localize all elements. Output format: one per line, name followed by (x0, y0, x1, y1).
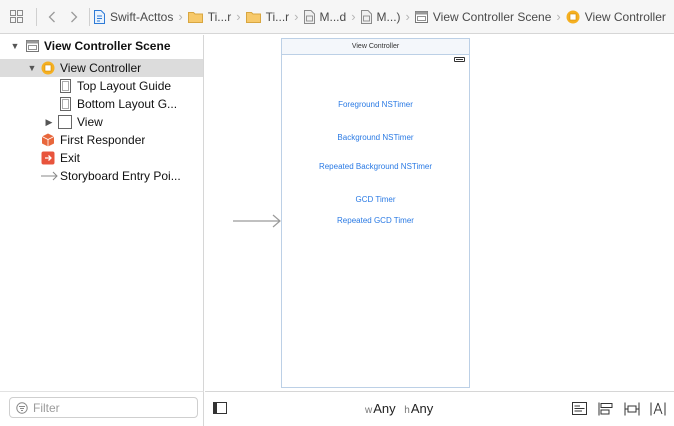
disclosure-closed-icon[interactable]: ▶ (44, 117, 54, 128)
entry-point-arrow[interactable] (233, 214, 283, 228)
view-icon (58, 115, 72, 129)
arrow-right-icon (41, 169, 59, 183)
filter-field (9, 397, 198, 418)
outline-row-view-controller[interactable]: ▼ View Controller (0, 59, 203, 77)
chevron-right-icon: › (556, 9, 561, 24)
separator (36, 7, 37, 26)
outline-row-top-layout-guide[interactable]: Top Layout Guide (0, 77, 203, 95)
background-nstimer-button[interactable]: Background NSTimer (282, 133, 469, 142)
breadcrumb: Swift-Acttos › Ti...r › Ti...r › M...d › (94, 0, 666, 34)
sidebar-toggle-icon (213, 402, 227, 414)
grid-icon (9, 10, 23, 23)
chevron-right-icon: › (236, 9, 241, 24)
related-items-button[interactable] (0, 0, 32, 34)
forward-button[interactable] (63, 0, 85, 34)
chevron-right-icon: › (178, 9, 183, 24)
filter-icon (16, 401, 28, 414)
crumb-scene[interactable]: View Controller Scene (414, 0, 551, 34)
scene-title[interactable]: View Controller (282, 39, 469, 55)
storyboard-file-icon (303, 9, 315, 24)
disclosure-open-icon[interactable]: ▼ (27, 63, 37, 73)
crumb-folder-1[interactable]: Ti...r (187, 0, 231, 34)
gcd-timer-button[interactable]: GCD Timer (282, 195, 469, 204)
pin-button[interactable] (649, 400, 666, 417)
back-button[interactable] (41, 0, 63, 34)
outline-row-entry-point[interactable]: Storyboard Entry Poi... (0, 167, 203, 185)
repeated-gcd-timer-button[interactable]: Repeated GCD Timer (282, 216, 469, 225)
view-controller-icon (41, 61, 55, 75)
outline-row-bottom-layout-guide[interactable]: Bottom Layout G... (0, 95, 203, 113)
separator (89, 7, 90, 26)
outline-filter-bar (0, 391, 204, 426)
crumb-storyboard-1[interactable]: M...d (303, 0, 346, 34)
crumb-storyboard-2[interactable]: M...) (360, 0, 401, 34)
update-frames-icon (572, 402, 587, 415)
repeated-background-nstimer-button[interactable]: Repeated Background NSTimer (282, 162, 469, 171)
view-controller-icon (566, 10, 580, 24)
crumb-project[interactable]: Swift-Acttos (94, 0, 173, 34)
chevron-right-icon: › (405, 9, 410, 24)
canvas-bottom-bar: wAny hAny (205, 391, 674, 426)
jump-bar: Swift-Acttos › Ti...r › Ti...r › M...d › (0, 0, 674, 34)
project-file-icon (94, 9, 105, 24)
chevron-right-icon (71, 11, 78, 22)
size-class-selector[interactable]: wAny hAny (365, 401, 433, 416)
outline-row-view[interactable]: ▶ View (0, 113, 203, 131)
view-controller-scene[interactable]: View Controller Foreground NSTimer Backg… (281, 38, 470, 388)
outline-row-first-responder[interactable]: First Responder (0, 131, 203, 149)
folder-icon (245, 11, 261, 23)
foreground-nstimer-button[interactable]: Foreground NSTimer (282, 100, 469, 109)
crumb-view-controller[interactable]: View Controller (566, 0, 666, 34)
scene-icon (25, 39, 39, 53)
layout-guide-icon (58, 79, 72, 93)
crumb-folder-2[interactable]: Ti...r (245, 0, 289, 34)
storyboard-file-icon (360, 9, 372, 24)
align-icon (624, 402, 639, 415)
battery-icon (454, 57, 465, 62)
disclosure-open-icon[interactable]: ▼ (10, 41, 20, 51)
toggle-outline-button[interactable] (213, 402, 227, 417)
exit-icon (41, 151, 55, 165)
folder-icon (187, 11, 203, 23)
first-responder-icon (41, 133, 55, 147)
layout-guide-icon (58, 97, 72, 111)
scene-icon (414, 10, 428, 23)
filter-input[interactable] (33, 400, 183, 415)
chevron-left-icon (48, 11, 55, 22)
pin-icon (650, 402, 665, 415)
storyboard-canvas[interactable]: View Controller Foreground NSTimer Backg… (205, 35, 674, 391)
outline-row-exit[interactable]: Exit (0, 149, 203, 167)
stack-icon (598, 402, 613, 415)
document-outline: ▼ View Controller Scene ▼ View Controlle… (0, 35, 204, 391)
autolayout-tools (571, 400, 666, 417)
stack-button[interactable] (597, 400, 614, 417)
chevron-right-icon: › (294, 9, 299, 24)
chevron-right-icon: › (351, 9, 356, 24)
align-button[interactable] (623, 400, 640, 417)
outline-row-scene[interactable]: ▼ View Controller Scene (0, 37, 203, 55)
update-frames-button[interactable] (571, 400, 588, 417)
